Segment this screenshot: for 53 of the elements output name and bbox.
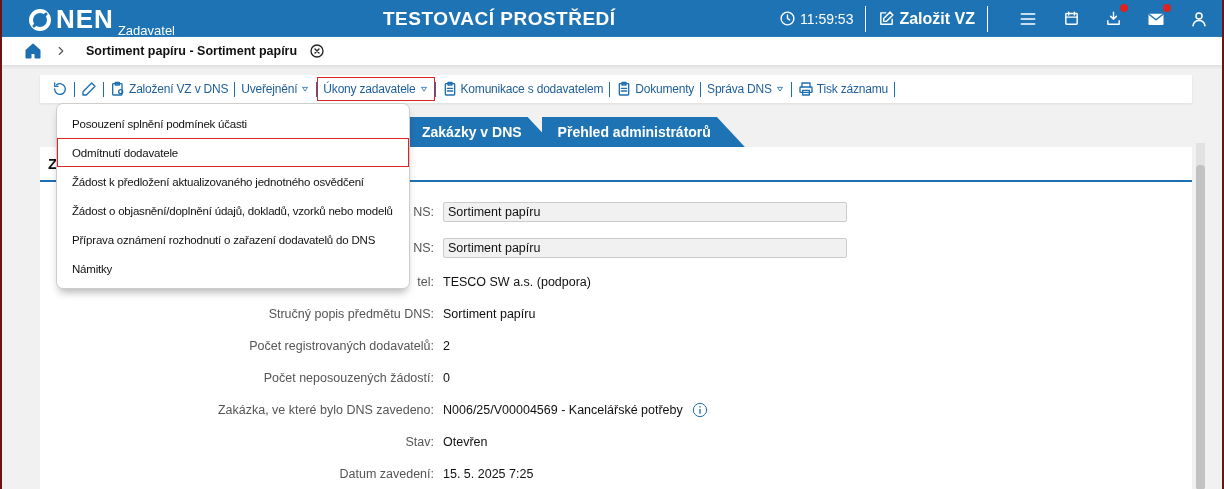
- download-icon[interactable]: [1105, 10, 1122, 27]
- clipboard-gear-icon: [110, 81, 126, 97]
- menu-item[interactable]: Příprava oznámení rozhodnutí o zařazení dodavatelů do DNS: [57, 225, 409, 254]
- field-label: Stručný popis předmětu DNS:: [268, 307, 434, 321]
- panel-title: Z: [48, 155, 58, 172]
- role-label: Zadavatel: [117, 22, 175, 38]
- text-field[interactable]: Sortiment papíru: [443, 238, 847, 258]
- field-value: TESCO SW a.s. (podpora): [443, 275, 591, 289]
- field-label: Počet neposouzených žádostí:: [263, 371, 434, 385]
- field-label: Zakázka, ve které bylo DNS zavedeno:: [217, 403, 434, 417]
- field-value: 2: [443, 339, 450, 353]
- info-icon[interactable]: [691, 402, 708, 418]
- breadcrumb-title: Sortiment papíru - Sortiment papíru: [86, 44, 298, 58]
- field-label: NS:: [413, 241, 434, 255]
- refresh-icon[interactable]: [52, 81, 68, 97]
- clock-icon: [778, 10, 796, 27]
- pencil-icon[interactable]: [81, 81, 97, 97]
- field-value: 0: [443, 371, 450, 385]
- menu-item[interactable]: Námitky: [57, 254, 409, 283]
- clock-time: 11:59:53: [799, 10, 854, 27]
- logo-ring-icon: [28, 7, 52, 32]
- home-icon[interactable]: [24, 42, 42, 60]
- toolbar-button[interactable]: Dokumenty: [610, 77, 701, 101]
- printer-icon: [797, 81, 814, 97]
- field-value: 15. 5. 2025 7:25: [443, 467, 534, 481]
- create-contract-button[interactable]: Založit VZ: [878, 9, 975, 28]
- text-field[interactable]: Sortiment papíru: [443, 202, 847, 222]
- tab[interactable]: Přehled administrátorů: [541, 117, 745, 147]
- field-label: tel:: [417, 275, 434, 289]
- field-label: Stav:: [405, 435, 434, 449]
- field-value: Sortiment papíru: [443, 307, 536, 321]
- toolbar-button[interactable]: Komunikace s dodavatelem: [435, 77, 610, 101]
- field-label: Datum zavedení:: [339, 467, 434, 481]
- edit-icon: [878, 10, 896, 27]
- toolbar-button[interactable]: Tisk záznamu: [791, 77, 894, 101]
- menu-item[interactable]: Žádost o objasnění/doplnění údajů, dokladů, vzorků nebo modelů: [57, 196, 409, 225]
- toolbar-button[interactable]: Úkony zadavatele: [317, 77, 435, 101]
- scrollbar[interactable]: [1196, 143, 1205, 489]
- environment-title: TESTOVACÍ PROSTŘEDÍ: [382, 7, 617, 30]
- close-icon[interactable]: [309, 43, 326, 59]
- user-icon[interactable]: [1190, 9, 1208, 28]
- field-value: Otevřen: [443, 435, 488, 449]
- menu-item[interactable]: Odmítnutí dodavatele: [57, 138, 409, 167]
- toolbar-button[interactable]: Správa DNS: [701, 77, 791, 101]
- field-label: NS:: [413, 205, 434, 219]
- menu-item[interactable]: Žádost k předložení aktualizovaného jednotného osvědčení: [57, 167, 409, 196]
- field-label: Počet registrovaných dodavatelů:: [249, 339, 434, 353]
- calendar-icon[interactable]: [1063, 10, 1080, 27]
- menu-item[interactable]: Posouzení splnění podmínek účasti: [57, 109, 409, 138]
- toolbar-button[interactable]: Uveřejnění: [235, 77, 317, 101]
- toolbar-button[interactable]: Založení VZ v DNS: [104, 77, 235, 101]
- field-value: N006/25/V00004569 - Kancelářské potřeby: [443, 403, 683, 417]
- logo-text: NEN: [56, 5, 114, 32]
